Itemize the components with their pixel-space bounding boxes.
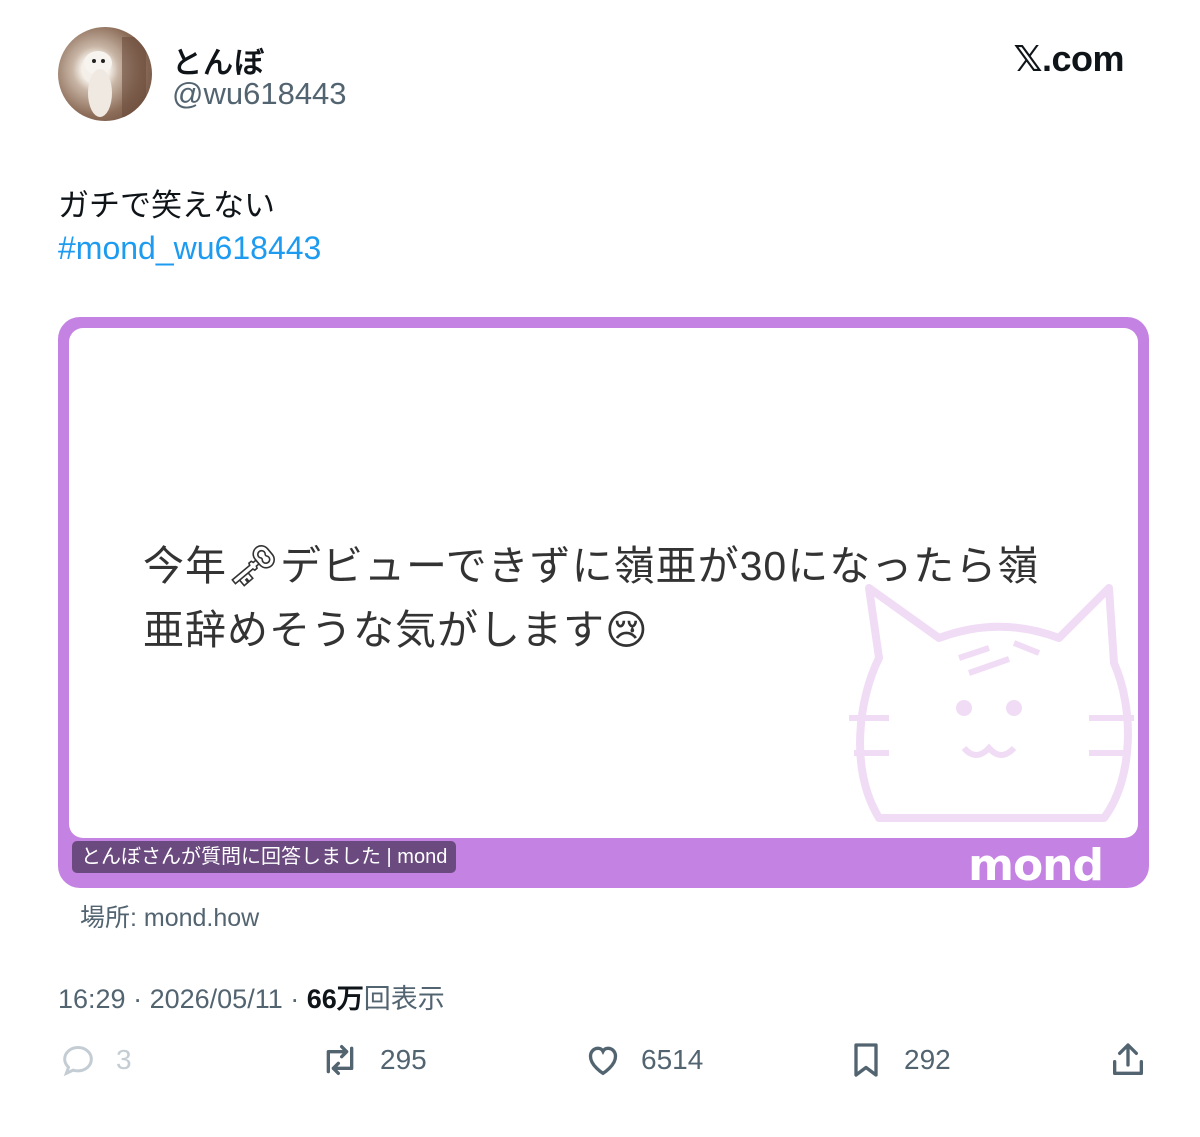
reply-button[interactable]: 3 (58, 1040, 132, 1080)
avatar[interactable] (58, 27, 152, 121)
bookmark-count: 292 (904, 1044, 951, 1075)
like-button[interactable]: 6514 (583, 1040, 703, 1080)
action-bar: 3 295 6514 292 (0, 1040, 1200, 1090)
tweet-date[interactable]: 2026/05/11 (150, 984, 283, 1014)
like-count: 6514 (641, 1044, 704, 1075)
separator-dot: · (290, 984, 307, 1014)
reply-count: 3 (116, 1044, 132, 1075)
reply-icon (63, 1045, 93, 1077)
mond-card[interactable]: 今年🗝デビューできずに嶺亜が30になったら嶺 亜辞めそうな気がします😢 とんぼさ… (58, 317, 1149, 891)
card-caption: とんぼさんが質問に回答しました | mond (72, 841, 457, 873)
retweet-count: 295 (380, 1044, 427, 1075)
tweet-meta: 16:29 · 2026/05/11 · 66万回表示 (58, 977, 445, 1016)
user-handle[interactable]: @wu618443 (172, 76, 347, 112)
views-count: 66万 (306, 984, 364, 1014)
card-body: 今年🗝デビューできずに嶺亜が30になったら嶺 亜辞めそうな気がします😢 (69, 328, 1138, 838)
retweet-icon (326, 1045, 354, 1075)
bookmark-icon (854, 1043, 878, 1077)
brand-logo: 𝕏.com (1013, 38, 1124, 79)
mond-logo: mond (968, 840, 1104, 891)
share-icon (1113, 1043, 1143, 1075)
hashtag-link[interactable]: #mond_wu618443 (58, 230, 321, 267)
views-label: 回表示 (363, 984, 445, 1014)
question-text: 今年🗝デビューできずに嶺亜が30になったら嶺 亜辞めそうな気がします😢 (143, 534, 1083, 662)
tweet-text: ガチで笑えない (58, 188, 275, 223)
retweet-button[interactable]: 295 (318, 1040, 427, 1080)
card-location[interactable]: 場所: mond.how (80, 898, 259, 934)
separator-dot: · (133, 984, 150, 1014)
question-line-2: 亜辞めそうな気がします😢 (143, 607, 649, 653)
tweet-time[interactable]: 16:29 (58, 984, 126, 1014)
heart-icon (588, 1046, 618, 1076)
share-button[interactable] (1108, 1040, 1148, 1080)
question-line-1: 今年🗝デビューできずに嶺亜が30になったら嶺 (143, 543, 1040, 589)
bookmark-button[interactable]: 292 (846, 1040, 951, 1080)
